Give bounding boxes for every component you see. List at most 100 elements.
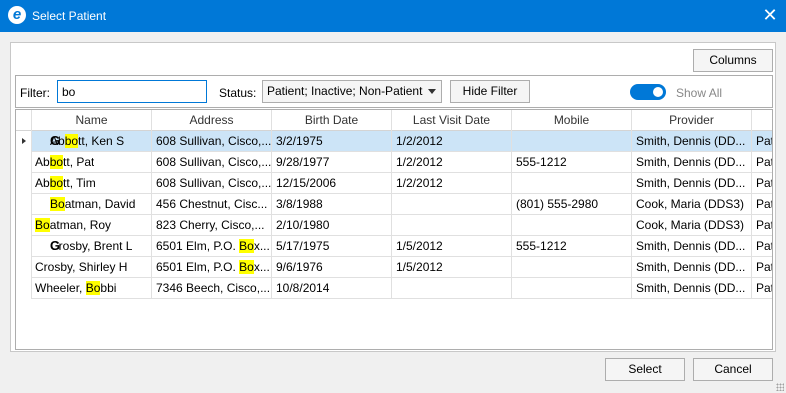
column-header-overflow — [752, 110, 772, 131]
status-dropdown[interactable]: Patient; Inactive; Non-Patient — [262, 80, 442, 103]
cell-last-visit-date: 1/2/2012 — [392, 173, 512, 194]
table-row[interactable]: Boatman, Roy 823 Cherry, Cisco,... 2/10/19… — [16, 215, 772, 236]
row-header[interactable] — [16, 152, 32, 173]
address-text: 6501 Elm, P.O. — [156, 260, 240, 274]
row-header[interactable] — [16, 173, 32, 194]
cell-name: G Crosby, Brent L — [32, 236, 152, 257]
name-text: Crosby, Brent L — [50, 239, 133, 253]
column-header-name[interactable]: Name — [32, 110, 152, 131]
name-text: Crosby, Shirley H — [35, 260, 128, 274]
cell-mobile: 555-1212 — [512, 152, 632, 173]
filter-label: Filter: — [20, 86, 50, 100]
cell-overflow: Pat — [752, 152, 772, 173]
column-header-mobile[interactable]: Mobile — [512, 110, 632, 131]
name-match-highlight: Bo — [35, 218, 50, 232]
columns-button[interactable]: Columns — [693, 49, 773, 72]
cell-mobile: (801) 555-2980 — [512, 194, 632, 215]
grid-header: Name Address Birth Date Last Visit Date Mobi… — [16, 110, 772, 131]
cell-mobile: 555-1212 — [512, 236, 632, 257]
cell-mobile — [512, 215, 632, 236]
cell-address: 456 Chestnut, Cisc... — [152, 194, 272, 215]
column-header-last-visit-date[interactable]: Last Visit Date — [392, 110, 512, 131]
cell-address: 6501 Elm, P.O. Box... — [152, 257, 272, 278]
cell-provider: Smith, Dennis (DD... — [632, 152, 752, 173]
cancel-button[interactable]: Cancel — [693, 358, 773, 381]
column-header-birth-date[interactable]: Birth Date — [272, 110, 392, 131]
status-dropdown-value: Patient; Inactive; Non-Patient — [267, 84, 423, 98]
name-match-highlight: Bo — [85, 281, 101, 295]
cell-provider: Cook, Maria (DDS3) — [632, 194, 752, 215]
cell-overflow: Pat — [752, 278, 772, 299]
patient-name: Boatman, David — [50, 194, 135, 215]
row-header[interactable] — [16, 257, 32, 278]
cell-last-visit-date — [392, 194, 512, 215]
cell-address: 608 Sullivan, Cisco,... — [152, 131, 272, 152]
row-header[interactable] — [16, 278, 32, 299]
cell-address: 608 Sullivan, Cisco,... — [152, 173, 272, 194]
cell-last-visit-date — [392, 215, 512, 236]
close-button[interactable]: ✕ — [754, 0, 786, 32]
cell-last-visit-date: 1/2/2012 — [392, 152, 512, 173]
cell-overflow: Pat — [752, 131, 772, 152]
table-row[interactable]: Crosby, Shirley H 6501 Elm, P.O. Box... 9/… — [16, 257, 772, 278]
cell-birth-date: 9/28/1977 — [272, 152, 392, 173]
patient-name: Abbott, Tim — [35, 173, 96, 194]
address-text: 823 Cherry, Cisco,... — [156, 218, 265, 232]
column-header-address[interactable]: Address — [152, 110, 272, 131]
row-header[interactable] — [16, 131, 32, 152]
select-button[interactable]: Select — [605, 358, 685, 381]
name-text: Ab — [50, 134, 65, 148]
current-row-pointer-icon — [22, 138, 26, 144]
address-match-highlight: Bo — [239, 260, 254, 274]
row-header[interactable] — [16, 236, 32, 257]
cell-mobile — [512, 173, 632, 194]
show-all-toggle[interactable] — [630, 84, 666, 100]
table-row[interactable]: Abbott, Tim 608 Sullivan, Cisco,... 12/15/… — [16, 173, 772, 194]
cell-name: Boatman, Roy — [32, 215, 152, 236]
patient-name: Crosby, Shirley H — [35, 257, 127, 278]
cell-address: 608 Sullivan, Cisco,... — [152, 152, 272, 173]
address-text: 608 Sullivan, Cisco,... — [156, 134, 272, 148]
table-row[interactable]: G Abbott, Ken S 608 Sullivan, Cisco,... 3/2… — [16, 131, 772, 152]
name-match-highlight: Bo — [50, 197, 65, 211]
address-text: x... — [253, 260, 270, 274]
cell-birth-date: 3/2/1975 — [272, 131, 392, 152]
name-text: tt, Tim — [63, 176, 96, 190]
table-row[interactable]: GBoatman, David 456 Chestnut, Cisc... 3/8/… — [16, 194, 772, 215]
cell-birth-date: 5/17/1975 — [272, 236, 392, 257]
name-match-highlight: bo — [49, 176, 64, 190]
filter-input[interactable] — [57, 80, 207, 103]
table-row[interactable]: G Crosby, Brent L 6501 Elm, P.O. Box... 5/1… — [16, 236, 772, 257]
row-header[interactable] — [16, 194, 32, 215]
row-header[interactable] — [16, 215, 32, 236]
cell-mobile — [512, 257, 632, 278]
table-row[interactable]: Abbott, Pat 608 Sullivan, Cisco,... 9/28/1… — [16, 152, 772, 173]
address-text: 608 Sullivan, Cisco,... — [156, 176, 272, 190]
cell-name: GBoatman, David — [32, 194, 152, 215]
name-text: atman, Roy — [49, 218, 112, 232]
cell-birth-date: 2/10/1980 — [272, 215, 392, 236]
name-text: tt, Ken S — [78, 134, 125, 148]
name-text: Wheeler, — [35, 281, 86, 295]
cell-mobile — [512, 131, 632, 152]
cell-provider: Cook, Maria (DDS3) — [632, 215, 752, 236]
hide-filter-button[interactable]: Hide Filter — [450, 80, 530, 103]
title-bar: e Select Patient ✕ — [0, 0, 786, 32]
name-text: Ab — [35, 155, 50, 169]
resize-grip-icon[interactable] — [776, 383, 784, 391]
cell-name: Wheeler, Bobbi — [32, 278, 152, 299]
cell-provider: Smith, Dennis (DD... — [632, 173, 752, 194]
cell-birth-date: 12/15/2006 — [272, 173, 392, 194]
table-row[interactable]: Wheeler, Bobbi 7346 Beech, Cisco,... 10/8/… — [16, 278, 772, 299]
show-all-label: Show All — [676, 86, 723, 100]
cell-name: Crosby, Shirley H — [32, 257, 152, 278]
cell-overflow: Pat — [752, 194, 772, 215]
cell-name: G Abbott, Ken S — [32, 131, 152, 152]
patient-name: Wheeler, Bobbi — [35, 278, 116, 299]
column-header-provider[interactable]: Provider — [632, 110, 752, 131]
chevron-down-icon — [428, 89, 436, 94]
cell-last-visit-date: 1/5/2012 — [392, 236, 512, 257]
address-text: 608 Sullivan, Cisco,... — [156, 155, 272, 169]
row-header-corner — [16, 110, 32, 131]
patient-grid: Name Address Birth Date Last Visit Date Mobi… — [15, 109, 773, 350]
